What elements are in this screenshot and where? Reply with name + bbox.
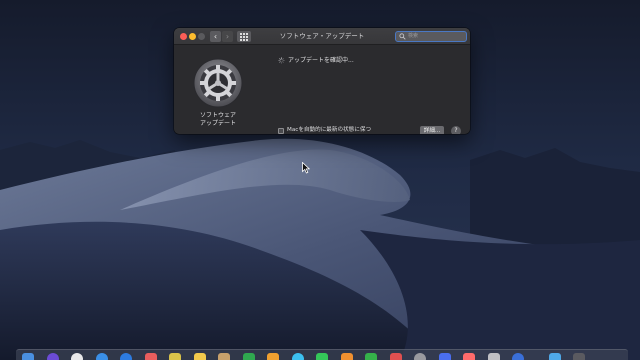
dock-app-icon[interactable] <box>487 353 500 360</box>
dock-app-icon[interactable] <box>548 353 561 360</box>
auto-update-checkbox[interactable] <box>278 128 284 134</box>
details-button[interactable]: 詳細... <box>420 126 444 134</box>
spinner-icon <box>278 57 285 64</box>
dock-app-icon[interactable] <box>242 353 255 360</box>
dock-app-icon[interactable] <box>46 353 59 360</box>
search-placeholder: 検索 <box>408 33 419 39</box>
dock-app-icon[interactable] <box>438 353 451 360</box>
dock-app-icon[interactable] <box>120 353 132 360</box>
help-button[interactable]: ? <box>451 126 461 134</box>
dock-app-icon[interactable] <box>22 353 34 360</box>
dock-app-icon[interactable] <box>389 353 402 360</box>
dock-app-icon[interactable] <box>95 353 108 360</box>
dock-app-icon[interactable] <box>365 353 377 360</box>
dock-app-icon[interactable] <box>218 353 230 360</box>
update-status-text: アップデートを確認中... <box>288 57 354 64</box>
dock-app-icon[interactable] <box>144 353 157 360</box>
app-label: ソフトウェア アップデート <box>182 112 254 128</box>
dock-app-icon[interactable] <box>316 353 328 360</box>
app-label-line2: アップデート <box>199 120 236 127</box>
dock <box>16 349 628 360</box>
gear-icon <box>193 58 243 108</box>
dock-app-icon[interactable] <box>414 353 426 360</box>
dock-app-icon[interactable] <box>71 353 83 360</box>
dock-app-icon[interactable] <box>573 353 585 360</box>
auto-update-label[interactable]: Macを自動的に最新の状態に保つ <box>287 126 371 134</box>
window-content: ソフトウェア アップデート アップデートを確認中... Macを自動的に最新の状… <box>174 45 470 134</box>
dock-app-icon[interactable] <box>463 353 475 360</box>
dock-app-icon[interactable] <box>291 353 304 360</box>
dock-app-icon[interactable] <box>193 353 206 360</box>
mouse-cursor-icon <box>302 162 310 174</box>
software-update-window: ‹ › ソフトウェア・アップデート 検索 ソフトウェア アップデート アップデー… <box>174 28 470 134</box>
dock-app-icon[interactable] <box>512 353 524 360</box>
app-label-line1: ソフトウェア <box>199 112 236 119</box>
dock-app-icon[interactable] <box>340 353 353 360</box>
title-bar: ‹ › ソフトウェア・アップデート 検索 <box>174 28 470 45</box>
dock-app-icon[interactable] <box>169 353 181 360</box>
search-field[interactable]: 検索 <box>395 31 467 42</box>
dock-app-icon[interactable] <box>267 353 279 360</box>
search-icon <box>399 33 406 40</box>
